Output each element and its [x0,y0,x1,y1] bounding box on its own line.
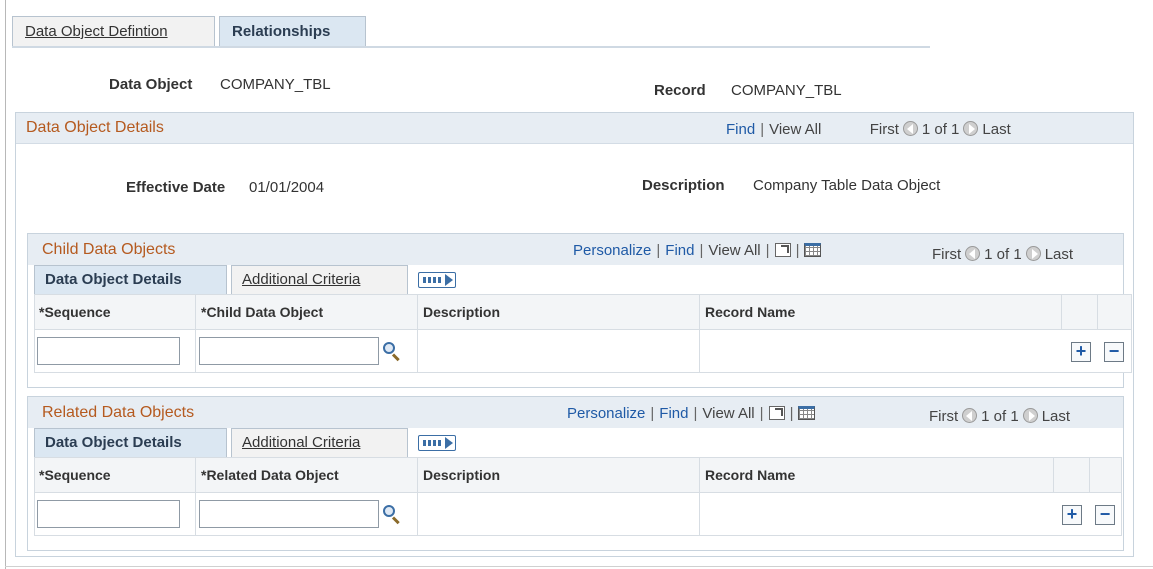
tabs-underline [12,46,930,48]
magnifier-lookup-icon[interactable] [382,504,402,525]
child-personalize-link[interactable]: Personalize [573,242,651,259]
related-tab-criteria-access: A [242,434,253,451]
effective-date-value: 01/01/2004 [249,179,325,196]
child-pager: First 1 of 1 Last [932,246,1073,263]
child-tab-details-label: Data Object Details [45,271,182,288]
related-title: Related Data Objects [42,404,195,421]
circle-left-arrow-icon[interactable] [962,408,978,423]
child-object-input[interactable] [199,337,379,365]
frame-bottom-border [5,566,1153,567]
child-sequence-input[interactable] [37,337,180,365]
spreadsheet-download-icon[interactable] [804,243,822,257]
circle-right-arrow-icon[interactable] [963,121,979,136]
data-object-details-header: Data Object Details Find | View All First 1… [16,113,1133,144]
related-header: Related Data Objects Personalize | Find | Vi… [28,397,1123,428]
child-tab-data-object-details[interactable]: Data Object Details [34,265,227,294]
child-col-object: *Child Data Object [201,304,324,320]
related-delete-row-button[interactable]: − [1095,505,1115,525]
related-tab-data-object-details[interactable]: Data Object Details [34,428,227,457]
details-view-all-link[interactable]: View All [769,121,821,138]
record-label: Record [654,82,706,99]
magnifier-lookup-icon[interactable] [382,341,402,362]
related-find-link[interactable]: Find [659,405,688,422]
child-add-row-button[interactable]: + [1071,342,1091,362]
effective-date-label: Effective Date [126,179,226,196]
child-find-link[interactable]: Find [665,242,694,259]
related-grid-header: *Sequence *Related Data Object Descripti… [34,457,1122,493]
child-delete-row-button[interactable]: − [1104,342,1124,362]
related-count: 1 of 1 [981,408,1019,425]
details-nav: Find | View All First 1 of 1 Last [726,121,1011,138]
frame-left-border [5,0,6,569]
child-last-label: Last [1044,246,1074,263]
related-col-object: *Related Data Object [201,467,339,483]
related-tab-criteria-label: dditional Criteria [252,434,361,451]
child-view-all-link[interactable]: View All [708,242,760,259]
details-find-link[interactable]: Find [726,121,755,138]
data-object-details-group: Data Object Details Find | View All First 1… [15,112,1134,557]
details-first-label: First [869,121,899,138]
data-object-value: COMPANY_TBL [220,76,331,93]
related-object-input[interactable] [199,500,379,528]
child-tab-criteria-label: dditional Criteria [252,271,361,288]
related-sequence-input[interactable] [37,500,180,528]
data-object-details-title: Data Object Details [26,119,164,136]
new-window-icon[interactable] [774,243,791,257]
child-col-description: Description [423,304,501,320]
related-personalize-link[interactable]: Personalize [567,405,645,422]
record-value: COMPANY_TBL [731,82,842,99]
description-value: Company Table Data Object [753,177,941,194]
spreadsheet-download-icon[interactable] [798,406,816,420]
child-title: Child Data Objects [42,241,176,258]
related-add-row-button[interactable]: + [1062,505,1082,525]
details-count: 1 of 1 [921,121,960,138]
show-all-columns-icon[interactable] [418,435,456,451]
related-col-sequence: *Sequence [39,467,111,483]
related-tab-additional-criteria[interactable]: Additional Criteria [231,428,408,457]
related-tab-details-label: Data Object Details [45,434,182,451]
details-last-label: Last [982,121,1011,138]
related-grid-row: + − [34,493,1122,536]
child-data-objects-box: Child Data Objects Personalize | Find | View… [27,233,1132,388]
tab-relationships[interactable]: Relationships [219,16,366,47]
related-view-all-link[interactable]: View All [702,405,754,422]
child-col-record: Record Name [705,304,796,320]
description-label: Description [642,177,725,194]
new-window-icon[interactable] [768,406,785,420]
tab-data-object-definition[interactable]: Data Object Defintion [12,16,215,47]
related-col-description: Description [423,467,501,483]
child-tab-additional-criteria[interactable]: Additional Criteria [231,265,408,294]
child-count: 1 of 1 [984,246,1022,263]
child-tab-criteria-access: A [242,271,253,288]
related-data-objects-box: Related Data Objects Personalize | Find | Vi… [27,396,1124,551]
child-header: Child Data Objects Personalize | Find | View… [28,234,1123,265]
show-all-columns-icon[interactable] [418,272,456,288]
data-object-label: Data Object [109,76,193,93]
circle-right-arrow-icon[interactable] [1022,408,1038,423]
related-pager: First 1 of 1 Last [929,408,1070,425]
related-nav: Personalize | Find | View All | | [567,405,816,422]
child-grid-header: *Sequence *Child Data Object Description… [34,294,1132,330]
related-col-record: Record Name [705,467,796,483]
details-sep: | [760,121,765,138]
child-col-sequence: *Sequence [39,304,111,320]
child-nav: Personalize | Find | View All | | [573,242,822,259]
circle-left-arrow-icon[interactable] [902,121,918,136]
circle-right-arrow-icon[interactable] [1025,246,1041,261]
related-first-label: First [929,408,959,425]
tab-relationships-label: Relationships [232,23,331,40]
child-grid-row: + − [34,330,1132,373]
related-last-label: Last [1041,408,1071,425]
circle-left-arrow-icon[interactable] [965,246,981,261]
child-first-label: First [932,246,962,263]
tab-data-object-definition-label: Data Object Defintion [25,23,168,40]
